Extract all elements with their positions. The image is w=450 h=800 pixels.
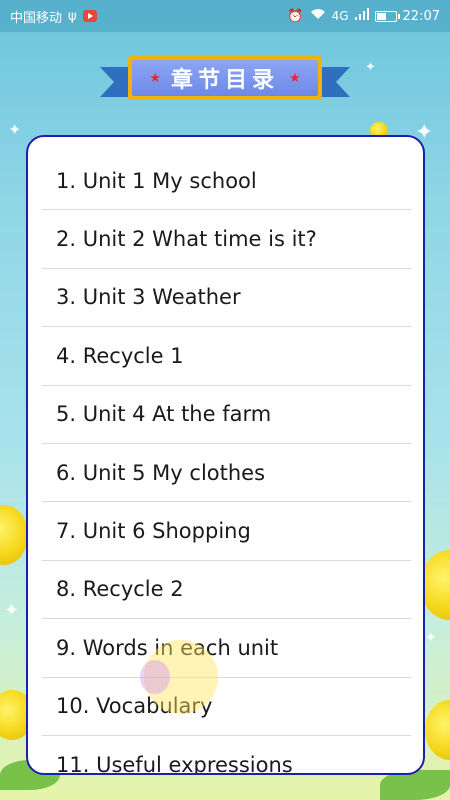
chapter-label: 2. Unit 2 What time is it?: [56, 227, 317, 252]
chapter-list[interactable]: 1. Unit 1 My school 2. Unit 2 What time …: [42, 152, 411, 775]
flower-decoration: [0, 505, 28, 565]
chapter-item-6[interactable]: 6. Unit 5 My clothes: [42, 444, 411, 503]
wifi-icon: [310, 8, 326, 24]
touch-point: [140, 660, 170, 694]
sparkle-icon: ✦: [8, 120, 22, 139]
chapter-label: 11. Useful expressions: [56, 752, 293, 775]
chapter-label: 6. Unit 5 My clothes: [56, 460, 266, 485]
usb-icon: ψ: [68, 8, 77, 24]
app-notification-icon: [82, 10, 97, 22]
chapter-list-card[interactable]: 1. Unit 1 My school 2. Unit 2 What time …: [26, 135, 425, 775]
chapter-label: 1. Unit 1 My school: [56, 168, 257, 193]
battery-icon: [374, 10, 400, 22]
ribbon-frame: ★ 章节目录 ★: [128, 56, 322, 100]
chapter-item-3[interactable]: 3. Unit 3 Weather: [42, 269, 411, 328]
sparkle-icon: ✦: [4, 600, 20, 621]
chapter-item-1[interactable]: 1. Unit 1 My school: [42, 152, 411, 211]
star-icon: ★: [289, 70, 301, 86]
sparkle-icon: ✦: [365, 60, 376, 75]
sparkle-icon: ✦: [425, 630, 437, 646]
page-title: 章节目录: [170, 68, 279, 93]
chapter-item-2[interactable]: 2. Unit 2 What time is it?: [42, 210, 411, 269]
chapter-label: 4. Recycle 1: [56, 343, 184, 368]
star-icon: ★: [149, 70, 161, 86]
ribbon-inner: ★ 章节目录 ★: [132, 60, 318, 96]
alarm-icon: ⏰: [287, 8, 304, 24]
flower-decoration: [425, 700, 450, 760]
chapter-label: 5. Unit 4 At the farm: [56, 402, 272, 427]
clock-time: 22:07: [402, 8, 440, 24]
chapter-item-7[interactable]: 7. Unit 6 Shopping: [42, 502, 411, 561]
chapter-banner: ★ 章节目录 ★: [100, 53, 350, 105]
carrier-label: 中国移动: [10, 10, 63, 26]
chapter-item-10[interactable]: 10. Vocabulary: [42, 678, 411, 736]
chapter-item-9[interactable]: 9. Words in each unit: [42, 619, 411, 678]
chapter-item-11[interactable]: 11. Useful expressions: [42, 736, 411, 775]
status-bar: 中国移动 ψ ⏰ 4G 22:07: [0, 0, 450, 32]
chapter-label: 8. Recycle 2: [56, 577, 184, 602]
signal-icon: [354, 8, 369, 24]
chapter-label: 3. Unit 3 Weather: [56, 285, 241, 310]
chapter-item-4[interactable]: 4. Recycle 1: [42, 327, 411, 386]
chapter-item-8[interactable]: 8. Recycle 2: [42, 561, 411, 620]
network-type-label: 4G: [331, 9, 349, 23]
chapter-label: 7. Unit 6 Shopping: [56, 519, 251, 544]
chapter-item-5[interactable]: 5. Unit 4 At the farm: [42, 386, 411, 444]
